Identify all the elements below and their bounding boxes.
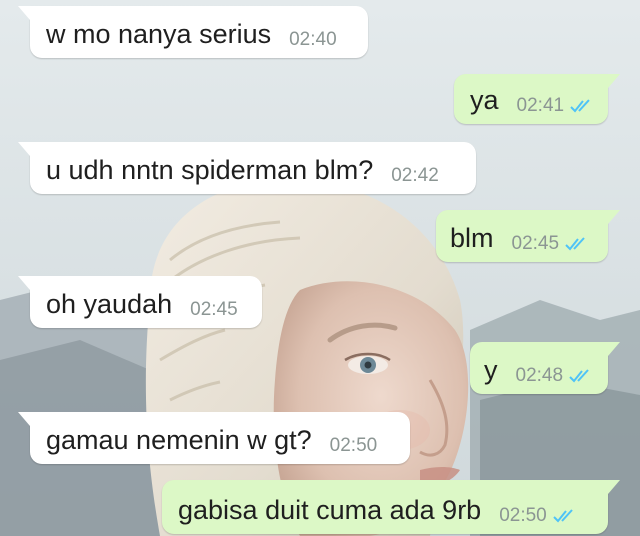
message-incoming[interactable]: oh yaudah 02:45: [18, 276, 262, 328]
message-timestamp: 02:45: [190, 299, 238, 320]
message-text: u udh nntn spiderman blm?: [46, 155, 374, 185]
message-text: ya: [470, 85, 499, 115]
message-text: oh yaudah: [46, 289, 173, 319]
message-incoming[interactable]: gamau nemenin w gt? 02:50: [18, 412, 410, 464]
message-text: gamau nemenin w gt?: [46, 425, 312, 455]
message-incoming[interactable]: u udh nntn spiderman blm? 02:42: [18, 142, 476, 194]
message-text: w mo nanya serius: [46, 19, 272, 49]
message-outgoing[interactable]: y 02:48: [470, 342, 620, 394]
message-incoming[interactable]: w mo nanya serius 02:40: [18, 6, 368, 58]
message-text: blm: [450, 223, 494, 253]
message-text: y: [484, 355, 498, 385]
double-check-icon: [570, 99, 590, 113]
message-timestamp: 02:50: [499, 505, 547, 526]
message-timestamp: 02:40: [289, 29, 337, 50]
message-timestamp: 02:41: [516, 95, 565, 116]
message-timestamp: 02:50: [329, 435, 378, 456]
message-timestamp: 02:45: [511, 233, 560, 254]
message-timestamp: 02:48: [515, 365, 564, 386]
message-outgoing[interactable]: gabisa duit cuma ada 9rb 02:50: [162, 480, 620, 534]
message-outgoing[interactable]: ya 02:41: [454, 74, 620, 124]
message-outgoing[interactable]: blm 02:45: [436, 210, 620, 262]
message-text: gabisa duit cuma ada 9rb: [178, 495, 482, 525]
double-check-icon: [565, 237, 585, 251]
message-timestamp: 02:42: [391, 165, 439, 186]
double-check-icon: [569, 369, 589, 383]
double-check-icon: [553, 509, 573, 523]
chat-thread: w mo nanya serius 02:40 ya 02:41 u udh n…: [0, 0, 640, 536]
